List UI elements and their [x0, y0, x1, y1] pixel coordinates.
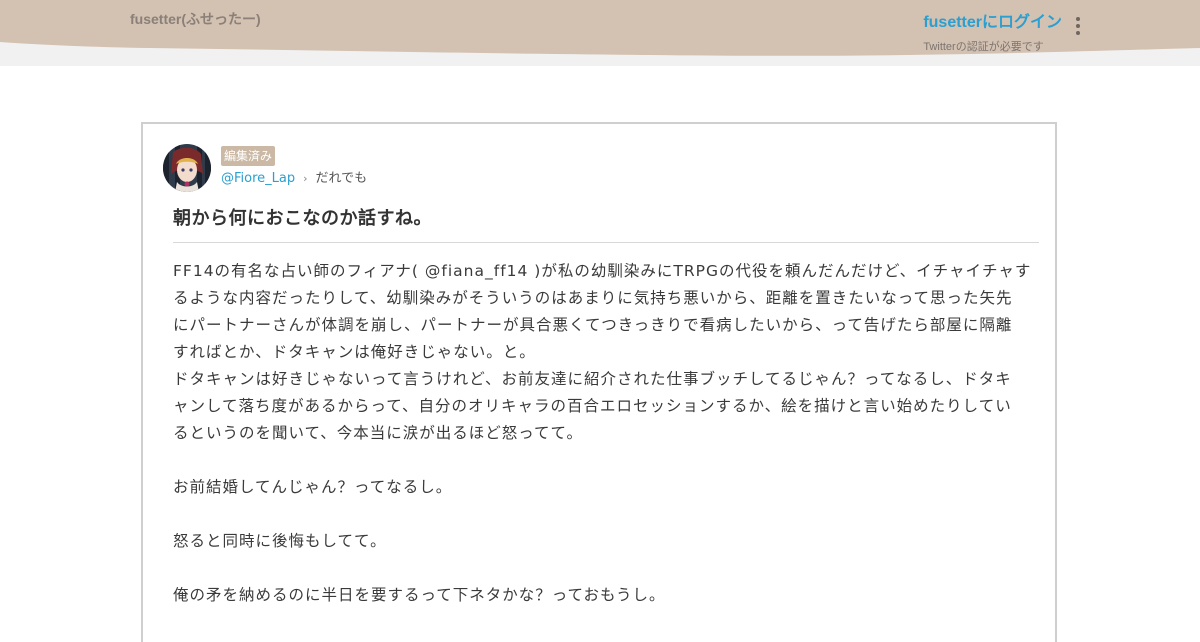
body-line: るような内容だったりして、幼馴染みがそういうのはあまりに気持ち悪いから、距離を置… — [173, 289, 1013, 307]
body-line: ドタキャンは好きじゃないって言うけれど、お前友達に紹介された仕事ブッチしてるじゃ… — [173, 370, 1012, 388]
avatar[interactable] — [163, 144, 211, 192]
post-title: 朝から何におこなのか話すね。 — [173, 208, 432, 229]
body-line: にパートナーさんが体調を崩し、パートナーが具合悪くてつきっきりで看病したいから、… — [173, 316, 1013, 334]
body-line: すればとか、ドタキャンは俺好きじゃない。と。 — [173, 343, 536, 361]
menu-dot — [1076, 17, 1080, 21]
post-meta: @Fiore_Lap › だれでも — [221, 171, 367, 187]
body-line: FF14の有名な占い師のフィアナ( @fiana_ff14 )が私の幼馴染みにT… — [173, 262, 1032, 280]
more-menu-icon[interactable] — [1068, 14, 1088, 38]
audience-label: だれでも — [315, 171, 368, 186]
post-card: 編集済み @Fiore_Lap › だれでも 朝から何におこなのか話すね。 FF… — [141, 122, 1057, 642]
body-line: 俺の矛を納めるのに半日を要するって下ネタかな？っておもうし。 — [173, 586, 666, 604]
login-note: Twitterの認証が必要です — [923, 41, 1044, 53]
chevron-right-icon: › — [303, 172, 308, 185]
menu-dot — [1076, 24, 1080, 28]
login-link[interactable]: fusetterにログイン — [923, 8, 1062, 32]
post-body: FF14の有名な占い師のフィアナ( @fiana_ff14 )が私の幼馴染みにT… — [173, 258, 1039, 609]
author-link[interactable]: @Fiore_Lap — [221, 171, 295, 187]
body-line: お前結婚してんじゃん？ってなるし。 — [173, 478, 453, 496]
edited-badge: 編集済み — [221, 146, 276, 166]
body-line: ャンして落ち度があるからって、自分のオリキャラの百合エロセッションするか、絵を描… — [173, 397, 1012, 415]
site-title[interactable]: fusetter(ふせったー) — [130, 9, 261, 29]
body-line: るというのを聞いて、今本当に涙が出るほど怒ってて。 — [173, 424, 584, 442]
divider — [173, 242, 1039, 243]
avatar-image — [163, 144, 211, 192]
body-line: 怒ると同時に後悔もしてて。 — [173, 532, 387, 550]
menu-dot — [1076, 31, 1080, 35]
login-block: fusetterにログイン Twitterの認証が必要です — [923, 8, 1062, 54]
